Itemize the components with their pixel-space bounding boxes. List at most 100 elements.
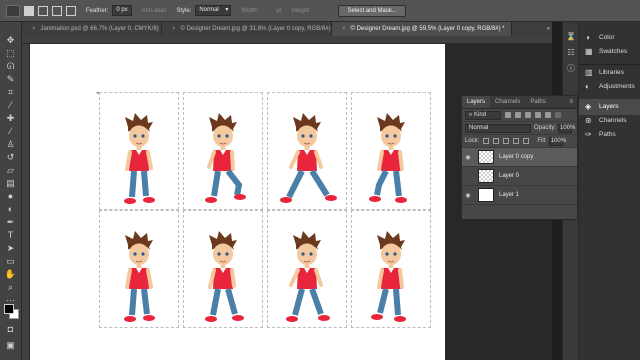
properties-icon[interactable]: ☷ — [566, 48, 576, 57]
layer-name[interactable]: Layer 1 — [499, 192, 519, 198]
blend-mode-select[interactable]: Normal — [465, 123, 531, 133]
tab-designer-dream-31[interactable]: × © Designer Dream.jpg @ 31.8% (Layer 0 c… — [162, 22, 332, 36]
dodge-icon[interactable]: ◐ — [4, 204, 17, 215]
panel-menu-icon[interactable]: ≡ — [569, 96, 577, 108]
lock-all-icon[interactable] — [523, 138, 530, 144]
document-canvas[interactable]: ⌖ — [30, 44, 445, 360]
tab-janimation[interactable]: × Janimation.psd @ 66.7% (Layer 0, CMYK/8… — [22, 22, 162, 36]
panel-paths[interactable]: ✑ Paths — [579, 127, 640, 143]
layer-row[interactable]: ◉ Layer 0 copy — [462, 148, 577, 167]
tab-label: Janimation.psd @ 66.7% (Layer 0, CMYK/8) — [40, 26, 159, 32]
layer-row[interactable]: Layer 0 — [462, 167, 577, 186]
quick-mask-icon[interactable]: ◘ — [4, 324, 17, 335]
intersect-selection-icon[interactable] — [66, 5, 76, 16]
move-icon[interactable]: ✥ — [4, 35, 17, 46]
select-and-mask-button[interactable]: Select and Mask... — [338, 4, 406, 17]
layers-panel-tabs: Layers Channels Paths ≡ — [462, 96, 577, 109]
panel-swatches[interactable]: ▦ Swatches — [579, 44, 640, 60]
layer-thumbnail — [478, 150, 494, 164]
add-to-selection-icon[interactable] — [38, 5, 48, 16]
opacity-input[interactable]: 100% — [558, 123, 575, 133]
filter-toggle-icon[interactable] — [555, 112, 561, 118]
tab-channels[interactable]: Channels — [490, 96, 525, 108]
antialias-checkbox[interactable]: Anti-alias — [142, 8, 167, 14]
stamp-icon[interactable]: ♙ — [4, 139, 17, 150]
history-brush-icon[interactable]: ↺ — [4, 152, 17, 163]
visibility-eye-icon[interactable]: ◉ — [462, 154, 474, 161]
pen-icon[interactable]: ✒ — [4, 217, 17, 228]
lock-artboard-icon[interactable] — [513, 138, 520, 144]
layers-panel: Layers Channels Paths ≡ ⌕ Kind Normal Op… — [461, 95, 578, 220]
filter-pixel-icon[interactable] — [505, 112, 511, 118]
eyedropper-icon[interactable]: ⁄ — [4, 100, 17, 111]
style-select[interactable]: Normal — [195, 5, 232, 16]
panel-label: Layers — [599, 103, 619, 110]
tab-overflow-icon[interactable]: » — [547, 22, 550, 36]
type-icon[interactable]: T — [4, 230, 17, 241]
filter-smart-icon[interactable] — [545, 112, 551, 118]
filter-adjustment-icon[interactable] — [515, 112, 521, 118]
width-label: Width: — [241, 7, 259, 14]
gradient-icon[interactable]: ▤ — [4, 178, 17, 189]
document-tabs: × Janimation.psd @ 66.7% (Layer 0, CMYK/8… — [22, 22, 552, 36]
lock-position-icon[interactable] — [503, 138, 510, 144]
healing-icon[interactable]: ✚ — [4, 113, 17, 124]
paths-icon: ✑ — [585, 130, 592, 139]
feather-input[interactable]: 0 px — [112, 5, 132, 16]
history-icon[interactable]: ⌛ — [566, 32, 576, 41]
layer-thumbnail — [478, 188, 494, 202]
path-select-icon[interactable]: ➤ — [4, 243, 17, 254]
marquee-icon[interactable]: ⬚ — [4, 48, 17, 59]
screen-mode-icon[interactable]: ▣ — [4, 340, 17, 351]
crop-icon[interactable]: ⌗ — [4, 87, 17, 98]
brush-icon[interactable]: ∕ — [4, 126, 17, 137]
panel-label: Color — [599, 34, 615, 41]
blend-row: Normal Opacity: 100% — [462, 122, 577, 135]
visibility-eye-icon[interactable]: ◉ — [462, 192, 474, 199]
lock-row: Lock: Fill: 100% — [462, 135, 577, 148]
tab-paths[interactable]: Paths — [525, 96, 550, 108]
filter-type-icon[interactable] — [525, 112, 531, 118]
lasso-icon[interactable]: ᘏ — [4, 61, 17, 72]
vertical-ruler[interactable] — [22, 44, 30, 360]
tab-label: © Designer Dream.jpg @ 31.8% (Layer 0 co… — [180, 26, 331, 32]
layer-filter-row: ⌕ Kind — [462, 109, 577, 122]
lock-image-icon[interactable] — [493, 138, 500, 144]
options-bar: Feather: 0 px Anti-alias Style: Normal W… — [0, 0, 640, 22]
panel-adjustments[interactable]: ◐ Adjustments — [579, 79, 640, 95]
lock-transparent-icon[interactable] — [483, 138, 490, 144]
layer-row[interactable]: ◉ Layer 1 — [462, 186, 577, 205]
filter-kind-select[interactable]: ⌕ Kind — [465, 110, 501, 120]
filter-kind-label: Kind — [474, 111, 487, 118]
foreground-color-swatch[interactable] — [4, 304, 14, 314]
panel-label: Paths — [599, 131, 616, 138]
blur-icon[interactable]: ● — [4, 191, 17, 202]
close-tab-icon[interactable]: × — [342, 22, 346, 36]
tab-layers[interactable]: Layers — [462, 96, 491, 108]
eraser-icon[interactable]: ▱ — [4, 165, 17, 176]
adjustments-icon: ◐ — [585, 82, 590, 91]
walk-cycle-sprites — [124, 112, 407, 322]
close-tab-icon[interactable]: × — [172, 22, 176, 36]
fill-label: Fill: — [537, 138, 547, 144]
subtract-selection-icon[interactable] — [52, 5, 62, 16]
new-selection-icon[interactable] — [24, 5, 34, 16]
zoom-icon[interactable]: ⌕ — [4, 282, 17, 293]
close-tab-icon[interactable]: × — [32, 22, 36, 36]
panel-label: Swatches — [599, 48, 628, 55]
tab-designer-dream-59[interactable]: × © Designer Dream.jpg @ 59.5% (Layer 0 c… — [332, 22, 512, 36]
photoshop-window: Feather: 0 px Anti-alias Style: Normal W… — [0, 0, 640, 360]
info-icon[interactable]: ⓘ — [566, 64, 576, 73]
layer-name[interactable]: Layer 0 copy — [499, 154, 533, 160]
horizontal-ruler[interactable] — [22, 36, 552, 44]
layer-name[interactable]: Layer 0 — [499, 173, 519, 179]
shape-icon[interactable]: ▭ — [4, 256, 17, 267]
tool-preset-picker[interactable] — [6, 4, 20, 17]
more-icon[interactable]: … — [4, 293, 17, 304]
swap-icon[interactable]: ⇄ — [276, 7, 281, 14]
filter-shape-icon[interactable] — [535, 112, 541, 118]
fill-input[interactable]: 100% — [548, 136, 566, 146]
quick-select-icon[interactable]: ✎ — [4, 74, 17, 85]
hand-icon[interactable]: ✋ — [4, 269, 17, 280]
opacity-label: Opacity: — [534, 125, 557, 131]
